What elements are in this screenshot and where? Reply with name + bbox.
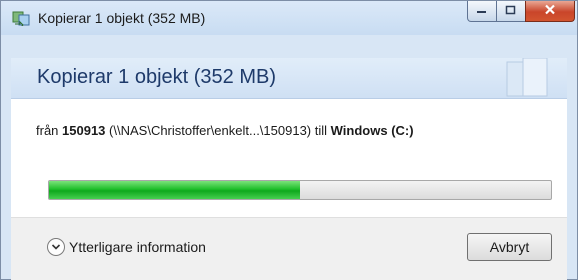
- transfer-path-line: från 150913 (\\NAS\Christoffer\enkelt...…: [36, 123, 414, 138]
- header-panel: Kopierar 1 objekt (352 MB): [11, 57, 567, 99]
- minimize-button[interactable]: [467, 1, 497, 22]
- close-button[interactable]: [525, 1, 575, 22]
- maximize-icon: [505, 2, 517, 20]
- more-info-label: Ytterligare information: [69, 239, 206, 255]
- content-area: från 150913 (\\NAS\Christoffer\enkelt...…: [11, 99, 567, 217]
- source-name: 150913: [62, 123, 106, 138]
- copy-files-icon: [12, 10, 30, 29]
- close-icon: [544, 2, 556, 20]
- footer: Ytterligare information Avbryt: [11, 217, 567, 280]
- to-word: till: [314, 123, 328, 138]
- destination-name: Windows (C:): [330, 123, 414, 138]
- copy-dialog: Kopierar 1 objekt (352 MB) Kopierar 1 ob…: [0, 0, 578, 280]
- maximize-button[interactable]: [496, 1, 526, 22]
- chevron-down-icon: [47, 238, 65, 256]
- more-info-toggle[interactable]: Ytterligare information: [47, 238, 206, 256]
- progress-bar: [48, 180, 552, 200]
- title-bar[interactable]: Kopierar 1 objekt (352 MB): [1, 1, 577, 35]
- from-word: från: [36, 123, 59, 138]
- window-title: Kopierar 1 objekt (352 MB): [38, 10, 206, 26]
- progress-bar-fill: [49, 181, 300, 199]
- source-path: (\\NAS\Christoffer\enkelt...\150913): [109, 123, 312, 138]
- copy-graphic-icon: [495, 57, 555, 98]
- minimize-icon: [476, 2, 488, 20]
- window-controls: [467, 1, 575, 23]
- cancel-button[interactable]: Avbryt: [467, 233, 552, 261]
- header-title: Kopierar 1 objekt (352 MB): [37, 66, 277, 88]
